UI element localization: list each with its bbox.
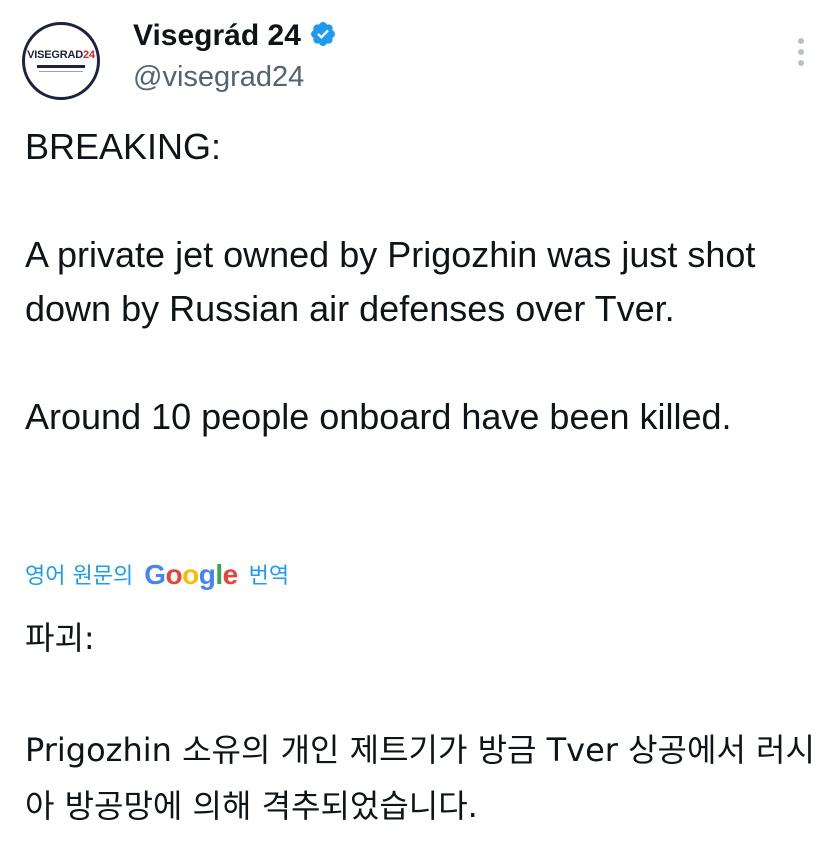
translate-suffix: 번역: [248, 564, 290, 589]
avatar-logo-bar: [37, 65, 85, 68]
author-handle[interactable]: @visegrad24: [133, 58, 304, 96]
avatar-logo-subline: [39, 71, 83, 72]
tweet-line-jet: A private jet owned by Prigozhin was jus…: [25, 234, 756, 329]
translated-text: 파괴: Prigozhin 소유의 개인 제트기가 방금 Tver 상공에서 러…: [25, 610, 830, 834]
more-vertical-icon-dot: [798, 38, 804, 44]
translated-line-jet: Prigozhin 소유의 개인 제트기가 방금 Tver 상공에서 러시아 방…: [25, 731, 815, 825]
avatar-logo-text: VISEGRAD24: [27, 49, 95, 61]
translated-line-breaking: 파괴:: [25, 619, 95, 657]
translate-prefix: 영어 원문의: [25, 564, 134, 589]
more-options-button[interactable]: [790, 32, 812, 72]
translated-by-google-link[interactable]: 영어 원문의 Google 번역: [25, 555, 289, 595]
author-name-text: Visegrád 24: [133, 19, 301, 52]
author-display-name[interactable]: Visegrád 24: [133, 16, 337, 56]
more-vertical-icon-dot: [798, 49, 804, 55]
tweet-view: VISEGRAD24 Visegrád 24 @visegrad24 BREAK…: [0, 0, 840, 847]
tweet-line-breaking: BREAKING:: [25, 126, 222, 167]
tweet-text: BREAKING: A private jet owned by Prigozh…: [25, 120, 825, 444]
tweet-line-casualties: Around 10 people onboard have been kille…: [25, 396, 732, 437]
google-logo: Google: [144, 559, 238, 590]
avatar[interactable]: VISEGRAD24: [22, 22, 100, 100]
verified-badge-icon: [310, 22, 335, 47]
more-vertical-icon-dot: [798, 60, 804, 66]
